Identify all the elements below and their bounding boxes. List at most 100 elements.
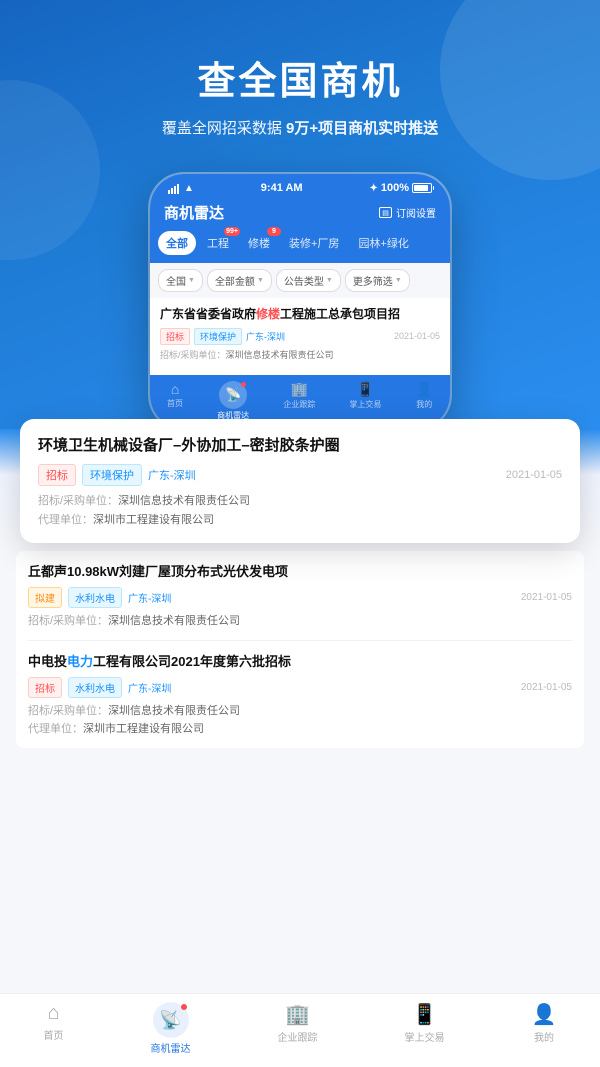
phone-mockup-container: ▲ 9:41 AM ✦ 100% 商机雷达 ▤	[30, 174, 570, 429]
phone-card-location: 广东-深圳	[246, 330, 285, 343]
floating-card[interactable]: 环境卫生机械设备厂–外协加工–密封胶条护圈 招标 环境保护 广东-深圳 2021…	[20, 419, 580, 543]
phone-tag-bid: 招标	[160, 328, 190, 345]
solar-location: 广东-深圳	[128, 590, 171, 605]
power-date: 2021-01-05	[521, 682, 572, 693]
nav-radar[interactable]: 📡 商机雷达	[151, 1002, 191, 1055]
solar-tag-category: 水利水电	[68, 587, 122, 608]
popup-tag-category: 环境保护	[82, 464, 142, 486]
status-right: ✦ 100%	[369, 182, 432, 194]
signal-area: ▲	[168, 183, 194, 194]
popup-info2: 代理单位：深圳市工程建设有限公司	[38, 511, 562, 527]
solar-date: 2021-01-05	[521, 592, 572, 603]
phone-tag-category: 环境保护	[194, 328, 242, 345]
phone-bid-card-1[interactable]: 广东省省委省政府修楼工程施工总承包项目招 招标 环境保护 广东-深圳 2021-…	[150, 298, 450, 370]
power-tag-category: 水利水电	[68, 677, 122, 698]
app-title: 商机雷达	[164, 202, 224, 223]
filter-type-arrow: ▼	[326, 277, 333, 284]
filter-amount[interactable]: 全部金额 ▼	[207, 269, 272, 292]
filter-region[interactable]: 全国 ▼	[158, 269, 203, 292]
popup-date: 2021-01-05	[506, 469, 562, 481]
cat-all[interactable]: 全部	[158, 231, 196, 255]
filter-row: 全国 ▼ 全部金额 ▼ 公告类型 ▼ 更多筛选 ▼	[150, 263, 450, 298]
power-tags: 招标 水利水电 广东-深圳 2021-01-05	[28, 677, 572, 698]
battery-icon	[412, 183, 432, 193]
phone-nav-enterprise[interactable]: 🏢 企业跟踪	[283, 381, 315, 421]
phone-nav-trade[interactable]: 📱 掌上交易	[349, 381, 381, 421]
battery-percent: 100%	[381, 182, 409, 194]
cat-engineering-badge: 99+	[224, 227, 240, 236]
status-time: 9:41 AM	[261, 182, 303, 194]
filter-amount-arrow: ▼	[257, 277, 264, 284]
filter-more-arrow: ▼	[395, 277, 402, 284]
nav-mine[interactable]: 👤 我的	[532, 1002, 557, 1055]
cards-bg: 丘都声10.98kW刘建厂屋顶分布式光伏发电项 拟建 水利水电 广东-深圳 20…	[0, 543, 600, 993]
signal-bar-2	[171, 188, 173, 194]
phone-card-date: 2021-01-05	[394, 331, 440, 341]
nav-enterprise-icon: 🏢	[285, 1002, 310, 1027]
power-location: 广东-深圳	[128, 680, 171, 695]
nav-enterprise[interactable]: 🏢 企业跟踪	[278, 1002, 318, 1055]
phone-content: 广东省省委省政府修楼工程施工总承包项目招 招标 环境保护 广东-深圳 2021-…	[150, 298, 450, 370]
subtitle-prefix: 覆盖全网招采数据	[162, 120, 282, 137]
category-tabs: 全部 工程 99+ 修楼 9 装修+厂房 园林+绿化	[150, 231, 450, 263]
nav-home[interactable]: ⌂ 首页	[44, 1002, 64, 1055]
bluetooth-icon: ✦	[369, 183, 377, 194]
phone-card-tags: 招标 环境保护 广东-深圳 2021-01-05	[160, 328, 440, 345]
signal-bar-4	[177, 184, 179, 194]
phone-nav-mine-icon: 👤	[415, 381, 432, 398]
nav-radar-wrapper: 📡	[153, 1002, 189, 1038]
popup-location: 广东-深圳	[148, 467, 196, 483]
main-card-solar[interactable]: 丘都声10.98kW刘建厂屋顶分布式光伏发电项 拟建 水利水电 广东-深圳 20…	[28, 551, 572, 641]
filter-region-arrow: ▼	[188, 277, 195, 284]
status-bar: ▲ 9:41 AM ✦ 100%	[150, 174, 450, 198]
nav-mine-icon: 👤	[532, 1002, 557, 1027]
solar-title: 丘都声10.98kW刘建厂屋顶分布式光伏发电项	[28, 563, 572, 581]
solar-tag-type: 拟建	[28, 587, 62, 608]
subtitle-highlight: 9万+项目商机实时推送	[286, 120, 438, 137]
full-page: 查全国商机 覆盖全网招采数据 9万+项目商机实时推送 ▲	[0, 0, 600, 1067]
popup-title: 环境卫生机械设备厂–外协加工–密封胶条护圈	[38, 435, 562, 456]
phone-nav-home[interactable]: ⌂ 首页	[167, 381, 183, 421]
phone-nav-radar[interactable]: 📡 商机雷达	[217, 381, 249, 421]
phone-nav-radar-icon: 📡	[219, 381, 247, 409]
main-card-power[interactable]: 中电投电力工程有限公司2021年度第六批招标 招标 水利水电 广东-深圳 202…	[28, 641, 572, 748]
solar-tags: 拟建 水利水电 广东-深圳 2021-01-05	[28, 587, 572, 608]
cat-renovation-badge: 9	[267, 227, 281, 236]
filter-more[interactable]: 更多筛选 ▼	[345, 269, 410, 292]
subscribe-area[interactable]: ▤ 订阅设置	[379, 205, 436, 220]
phone-nav-enterprise-icon: 🏢	[291, 381, 308, 398]
cat-engineering[interactable]: 工程 99+	[199, 231, 237, 255]
power-info1: 招标/采购单位：深圳信息技术有限责任公司	[28, 702, 572, 718]
battery-fill	[414, 185, 428, 191]
power-title: 中电投电力工程有限公司2021年度第六批招标	[28, 653, 572, 671]
phone-card-title: 广东省省委省政府修楼工程施工总承包项目招	[160, 307, 440, 323]
transition-section: 环境卫生机械设备厂–外协加工–密封胶条护圈 招标 环境保护 广东-深圳 2021…	[0, 429, 600, 543]
power-info2: 代理单位：深圳市工程建设有限公司	[28, 720, 572, 736]
filter-type[interactable]: 公告类型 ▼	[276, 269, 341, 292]
popup-tags: 招标 环境保护 广东-深圳 2021-01-05	[38, 464, 562, 486]
phone-nav-home-icon: ⌂	[171, 381, 179, 397]
cat-garden[interactable]: 园林+绿化	[350, 231, 416, 255]
hero-title: 查全国商机	[30, 50, 570, 105]
signal-bar-1	[168, 190, 170, 194]
app-header: 商机雷达 ▤ 订阅设置	[150, 198, 450, 231]
hero-section: 查全国商机 覆盖全网招采数据 9万+项目商机实时推送 ▲	[0, 0, 600, 429]
radar-dot	[241, 382, 246, 387]
nav-trade-icon: 📱	[412, 1002, 437, 1027]
nav-radar-dot	[181, 1004, 187, 1010]
hero-subtitle: 覆盖全网招采数据 9万+项目商机实时推送	[30, 117, 570, 138]
nav-home-icon: ⌂	[47, 1002, 59, 1025]
nav-trade[interactable]: 📱 掌上交易	[405, 1002, 445, 1055]
phone-frame: ▲ 9:41 AM ✦ 100% 商机雷达 ▤	[150, 174, 450, 429]
wifi-icon: ▲	[184, 183, 194, 194]
phone-nav-trade-icon: 📱	[357, 381, 374, 398]
popup-info1: 招标/采购单位：深圳信息技术有限责任公司	[38, 492, 562, 508]
cat-renovation[interactable]: 修楼 9	[240, 231, 278, 255]
bottom-nav-bar: ⌂ 首页 📡 商机雷达 🏢 企业跟踪 📱 掌上交易 👤 我的	[0, 993, 600, 1067]
phone-nav-mine[interactable]: 👤 我的	[415, 381, 432, 421]
cat-decoration[interactable]: 装修+厂房	[281, 231, 347, 255]
solar-info: 招标/采购单位：深圳信息技术有限责任公司	[28, 612, 572, 628]
subscribe-icon: ▤	[379, 207, 392, 218]
phone-card-title-red: 修楼	[256, 307, 280, 321]
power-title-blue: 电力	[67, 654, 93, 669]
